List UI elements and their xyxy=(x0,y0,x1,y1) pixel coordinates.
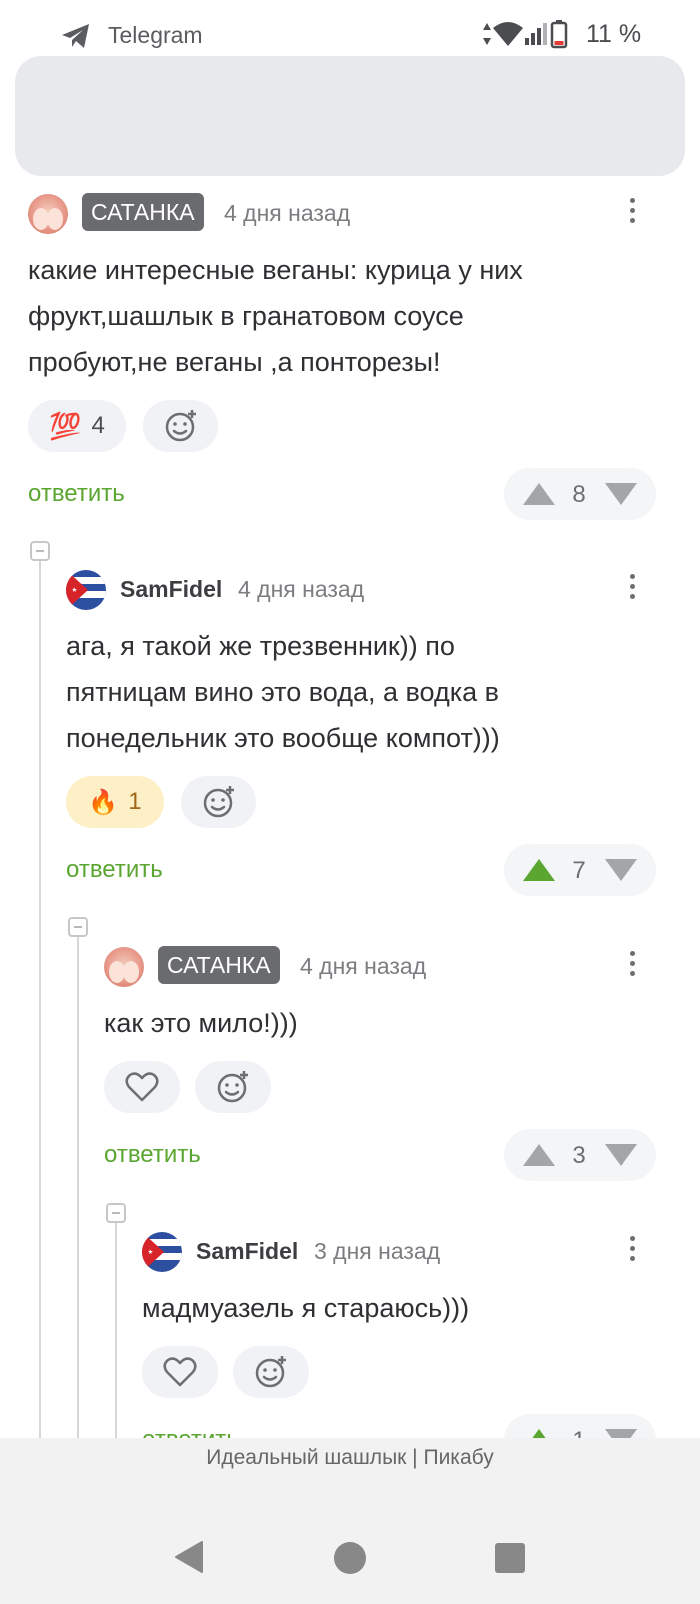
page-title[interactable]: Идеальный шашлык | Пикабу xyxy=(0,1446,700,1470)
reaction-count: 4 xyxy=(91,412,105,439)
hundred-points-icon: 💯 xyxy=(49,410,82,441)
more-options-icon[interactable] xyxy=(630,574,638,604)
comment-text: мадмуазель я стараюсь))) xyxy=(142,1285,662,1331)
comment: САТАНКА 4 дня назад как это мило!))) отв… xyxy=(0,943,700,1203)
author-name[interactable]: SamFidel xyxy=(120,576,222,603)
comment-text-line: понедельник это вообще компот))) xyxy=(66,723,500,753)
add-emoji-icon xyxy=(255,1356,286,1388)
more-options-icon[interactable] xyxy=(630,1236,638,1266)
reaction-pill[interactable]: 💯 4 xyxy=(28,400,126,452)
more-options-icon[interactable] xyxy=(630,951,638,981)
heart-icon xyxy=(163,1357,197,1387)
reply-link[interactable]: ответить xyxy=(28,480,125,508)
vote-box: 7 xyxy=(504,844,656,896)
comment-text-line: фрукт,шашлык в гранатовом соусе xyxy=(28,301,464,331)
back-nav-icon[interactable] xyxy=(172,1540,206,1574)
comment-time[interactable]: 3 дня назад xyxy=(314,1238,440,1265)
heart-icon xyxy=(125,1072,159,1102)
add-reaction-button[interactable] xyxy=(143,400,218,452)
add-emoji-icon xyxy=(203,786,234,818)
comment-text-line: как это мило!))) xyxy=(104,1008,298,1038)
comment-text-line: какие интересные веганы: курица у них xyxy=(28,255,523,285)
upvote-icon[interactable] xyxy=(522,482,556,506)
add-reaction-button[interactable] xyxy=(181,776,256,828)
status-app-name: Telegram xyxy=(108,22,203,48)
reaction-pill[interactable]: 🔥 1 xyxy=(66,776,164,828)
battery-level: 11 % xyxy=(586,20,642,48)
add-emoji-icon xyxy=(165,410,196,442)
rating-count: 7 xyxy=(572,857,586,884)
comment-text-line: мадмуазель я стараюсь))) xyxy=(142,1293,470,1323)
avatar[interactable] xyxy=(66,570,106,610)
downvote-icon[interactable] xyxy=(604,1143,638,1167)
collapse-thread-button[interactable] xyxy=(68,917,88,937)
telegram-icon xyxy=(62,24,89,48)
rating-count: 3 xyxy=(572,1142,586,1169)
add-reaction-button[interactable] xyxy=(195,1061,271,1113)
vote-box: 3 xyxy=(504,1129,656,1181)
upvote-icon[interactable] xyxy=(522,1143,556,1167)
data-arrows-icon xyxy=(483,23,491,45)
add-emoji-icon xyxy=(217,1071,248,1103)
reply-link[interactable]: ответить xyxy=(104,1141,201,1169)
author-badge[interactable]: САТАНКА xyxy=(158,946,280,984)
fire-icon: 🔥 xyxy=(88,788,119,816)
comment-text-line: пятницам вино это вода, а водка в xyxy=(66,677,500,707)
battery-icon xyxy=(550,20,568,49)
comment-text: ага, я такой же трезвенник)) по пятницам… xyxy=(66,623,676,761)
signal-icon xyxy=(525,23,547,45)
avatar[interactable] xyxy=(142,1232,182,1272)
comment: SamFidel 4 дня назад ага, я такой же тре… xyxy=(0,566,700,906)
recents-nav-icon[interactable] xyxy=(494,1542,526,1574)
downvote-icon[interactable] xyxy=(604,482,638,506)
comment-time[interactable]: 4 дня назад xyxy=(224,200,350,227)
like-button[interactable] xyxy=(142,1346,218,1398)
wifi-icon xyxy=(493,22,523,46)
more-options-icon[interactable] xyxy=(630,198,638,228)
reply-link[interactable]: ответить xyxy=(66,856,163,884)
comment-text: какие интересные веганы: курица у них фр… xyxy=(28,247,668,385)
comment-time[interactable]: 4 дня назад xyxy=(238,576,364,603)
collapse-thread-button[interactable] xyxy=(30,541,50,561)
rating-count: 8 xyxy=(572,481,586,508)
comment-text: как это мило!))) xyxy=(104,1000,664,1046)
author-badge[interactable]: САТАНКА xyxy=(82,193,204,231)
notification-banner[interactable] xyxy=(15,56,685,176)
collapse-thread-button[interactable] xyxy=(106,1203,126,1223)
add-reaction-button[interactable] xyxy=(233,1346,309,1398)
comment-text-line: ага, я такой же трезвенник)) по xyxy=(66,631,455,661)
like-button[interactable] xyxy=(104,1061,180,1113)
comment: САТАНКА 4 дня назад какие интересные вег… xyxy=(0,190,700,530)
comment-text-line: пробуют,не веганы ,а понторезы! xyxy=(28,347,441,377)
comment-time[interactable]: 4 дня назад xyxy=(300,953,426,980)
home-nav-icon[interactable] xyxy=(332,1540,368,1576)
vote-box: 8 xyxy=(504,468,656,520)
avatar[interactable] xyxy=(28,194,68,234)
upvote-icon[interactable] xyxy=(522,858,556,882)
downvote-icon[interactable] xyxy=(604,858,638,882)
author-name[interactable]: SamFidel xyxy=(196,1238,298,1265)
reaction-count: 1 xyxy=(128,788,142,815)
avatar[interactable] xyxy=(104,947,144,987)
